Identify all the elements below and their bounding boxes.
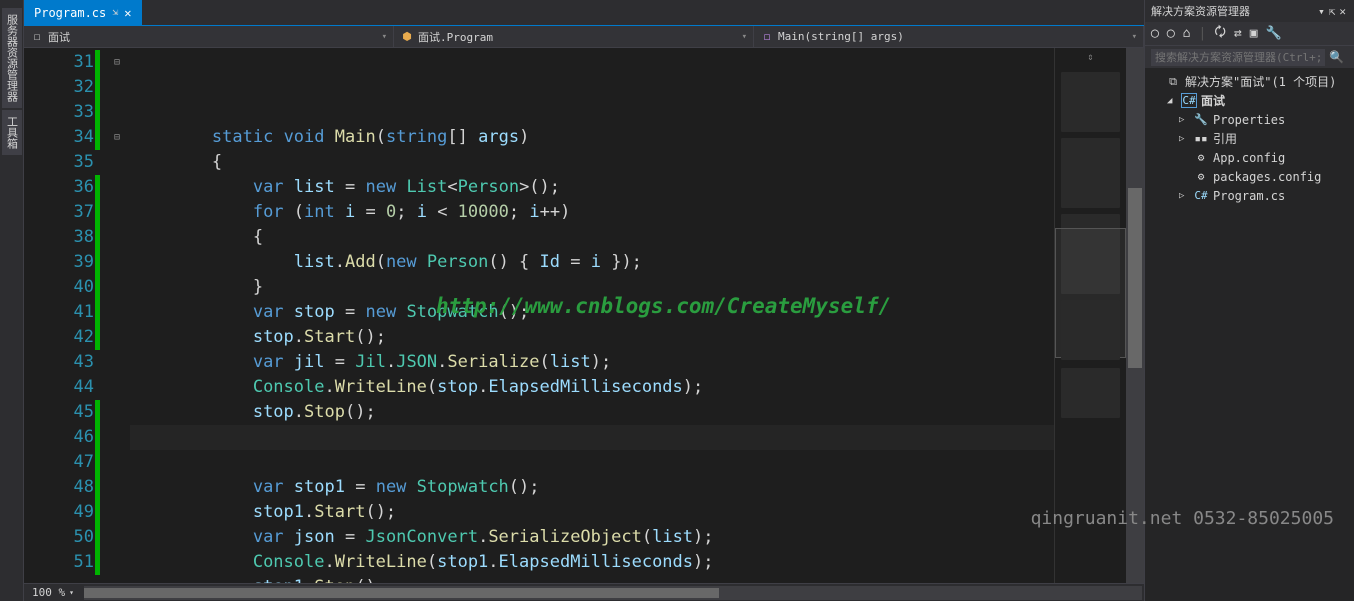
editor-status-bar: 100 % ▾ (24, 583, 1144, 601)
close-icon[interactable]: ✕ (1339, 5, 1346, 18)
properties-node[interactable]: ▷ 🔧 Properties (1145, 110, 1354, 129)
dropdown-icon[interactable]: ▾ (1318, 5, 1325, 18)
code-minimap[interactable]: ⇕ (1054, 48, 1126, 583)
class-icon: ⬢ (400, 30, 414, 44)
solution-node[interactable]: ⧉ 解决方案"面试"(1 个项目) (1145, 72, 1354, 91)
close-icon[interactable]: ✕ (124, 6, 131, 20)
show-all-icon[interactable]: ▣ (1250, 26, 1258, 41)
sync-icon[interactable]: ⇄ (1234, 26, 1242, 41)
fold-column[interactable]: ⊟⊟ (108, 48, 126, 583)
appconfig-node[interactable]: ⚙ App.config (1145, 148, 1354, 167)
project-node[interactable]: ◢ C# 面试 (1145, 91, 1354, 110)
tab-program-cs[interactable]: Program.cs ⇲ ✕ (24, 0, 142, 25)
pin-icon[interactable]: ⇲ (112, 7, 118, 18)
line-number-gutter: 3132333435363738394041424344454647484950… (24, 48, 108, 583)
programcs-node[interactable]: ▷ C# Program.cs (1145, 186, 1354, 205)
navigation-bar: ☐ 面试 ▾ ⬢ 面试.Program ▾ ◻ Main(string[] ar… (24, 26, 1144, 48)
pin-icon[interactable]: ⇱ (1329, 5, 1336, 18)
chevron-down-icon: ▾ (69, 588, 74, 597)
search-icon[interactable]: 🔍 (1325, 50, 1348, 64)
home-icon[interactable]: ⌂ (1183, 26, 1191, 41)
csharp-file-icon: C# (1193, 189, 1209, 202)
left-toolbox: 服务器资源管理器 工具箱 (0, 0, 24, 601)
scroll-arrows-icon[interactable]: ⇕ (1055, 52, 1126, 63)
references-icon: ▪▪ (1193, 132, 1209, 145)
expand-icon[interactable]: ▷ (1179, 191, 1189, 201)
chevron-down-icon: ▾ (1132, 32, 1137, 42)
packagesconfig-node[interactable]: ⚙ packages.config (1145, 167, 1354, 186)
nav-class-dropdown[interactable]: ⬢ 面试.Program ▾ (394, 26, 754, 47)
nav-method-dropdown[interactable]: ◻ Main(string[] args) ▾ (754, 26, 1144, 47)
solution-explorer: 解决方案资源管理器 ▾ ⇱ ✕ ◯ ◯ ⌂ | 🗘 ⇄ ▣ 🔧 🔍 ⧉ 解决方案… (1144, 0, 1354, 601)
nav-scope: 面试 (48, 29, 70, 45)
solution-tree: ⧉ 解决方案"面试"(1 个项目) ◢ C# 面试 ▷ 🔧 Properties… (1145, 68, 1354, 601)
config-icon: ⚙ (1193, 170, 1209, 183)
code-editor[interactable]: 3132333435363738394041424344454647484950… (24, 48, 1144, 583)
tab-title: Program.cs (34, 6, 106, 20)
forward-icon[interactable]: ◯ (1167, 26, 1175, 41)
nav-method: Main(string[] args) (778, 30, 904, 43)
solution-search-input[interactable] (1151, 49, 1325, 66)
wrench-icon: 🔧 (1193, 113, 1209, 126)
editor-tab-strip: Program.cs ⇲ ✕ (24, 0, 1144, 26)
server-explorer-tab[interactable]: 服务器资源管理器 (2, 8, 22, 108)
nav-project-dropdown[interactable]: ☐ 面试 ▾ (24, 26, 394, 47)
expand-icon[interactable]: ◢ (1167, 96, 1177, 106)
csharp-project-icon: C# (1181, 93, 1197, 108)
chevron-down-icon: ▾ (382, 32, 387, 42)
panel-title: 解决方案资源管理器 (1151, 3, 1250, 19)
solution-icon: ⧉ (1165, 75, 1181, 89)
expand-icon[interactable]: ▷ (1179, 134, 1189, 144)
solution-explorer-title-bar[interactable]: 解决方案资源管理器 ▾ ⇱ ✕ (1145, 0, 1354, 22)
back-icon[interactable]: ◯ (1151, 26, 1159, 41)
properties-icon[interactable]: 🔧 (1266, 26, 1282, 41)
solution-explorer-toolbar: ◯ ◯ ⌂ | 🗘 ⇄ ▣ 🔧 (1145, 22, 1354, 46)
references-node[interactable]: ▷ ▪▪ 引用 (1145, 129, 1354, 148)
nav-class: 面试.Program (418, 29, 493, 45)
config-icon: ⚙ (1193, 151, 1209, 164)
chevron-down-icon: ▾ (742, 32, 747, 42)
toolbox-tab[interactable]: 工具箱 (2, 110, 22, 155)
solution-search: 🔍 (1145, 46, 1354, 68)
expand-icon[interactable]: ▷ (1179, 115, 1189, 125)
code-area[interactable]: http://www.cnblogs.com/CreateMyself/ sta… (126, 48, 1054, 583)
refresh-icon[interactable]: 🗘 (1214, 23, 1226, 45)
project-icon: ☐ (30, 30, 44, 44)
horizontal-scrollbar[interactable] (84, 586, 1142, 600)
vertical-scrollbar[interactable] (1126, 48, 1144, 583)
zoom-level[interactable]: 100 % ▾ (24, 586, 82, 599)
method-icon: ◻ (760, 30, 774, 44)
